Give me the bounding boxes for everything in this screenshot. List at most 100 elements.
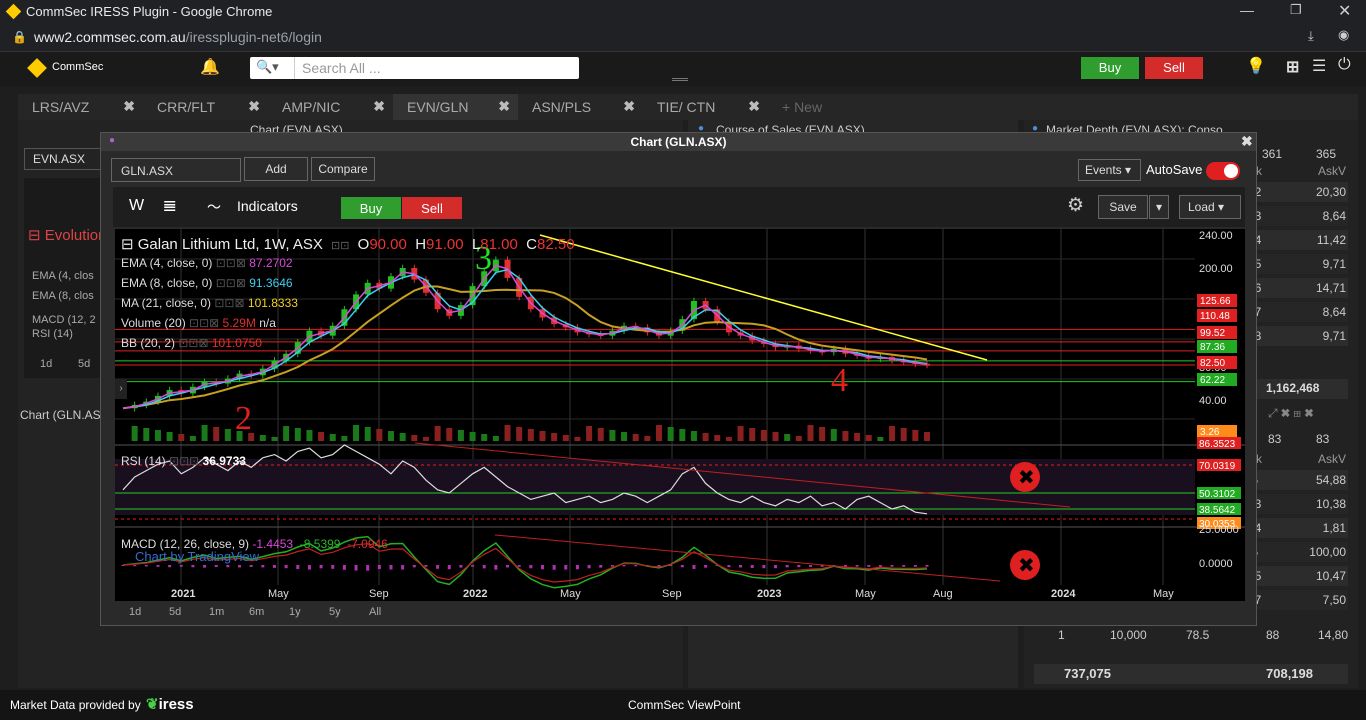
add-button[interactable]: Add	[244, 157, 308, 181]
macd-hist-bar	[342, 565, 346, 570]
events-dropdown[interactable]: Events ▾	[1078, 159, 1141, 181]
compare-button[interactable]: Compare	[311, 157, 375, 181]
macd-hist-bar	[727, 565, 731, 568]
bg-chart-gln-tab[interactable]: Chart (GLN.ASX	[20, 408, 109, 422]
workspace-tabs: LRS/AVZ ✖ CRR/FLT ✖ AMP/NIC ✖ EVN/GLN ✖ ASN/…	[18, 94, 1358, 120]
timeframe-1m[interactable]: 1m	[209, 606, 224, 618]
indicators-button[interactable]: Indicators	[237, 198, 298, 214]
study-legend-row[interactable]: EMA (8, close, 0) ⊡⊡⊠ 91.3646	[121, 273, 575, 293]
autosave-toggle[interactable]	[1206, 162, 1240, 180]
macd-hist-bar	[797, 565, 801, 568]
timeframe-5y[interactable]: 5y	[329, 606, 341, 618]
interval-button[interactable]: W	[129, 197, 144, 215]
drag-handle-icon[interactable]	[672, 78, 688, 81]
tradingview-credit[interactable]: Chart by TradingView	[135, 549, 259, 564]
timeframe-All[interactable]: All	[369, 606, 381, 618]
bg-symbol-field[interactable]: EVN.ASX	[24, 148, 108, 170]
save-button[interactable]: Save	[1098, 195, 1148, 219]
tab-lrs-avz[interactable]: LRS/AVZ ✖	[18, 94, 143, 120]
indicators-icon[interactable]: 〜	[207, 197, 221, 217]
volume-bar	[224, 429, 231, 441]
volume-bar	[364, 427, 371, 441]
study-legend-row[interactable]: Volume (20) ⊡⊡⊠ 5.29M n/a	[121, 313, 575, 333]
depth-row: 559,71	[1248, 254, 1348, 274]
study-legend-row[interactable]: MA (21, close, 0) ⊡⊡⊠ 101.8333	[121, 293, 575, 313]
lock-icon[interactable]: 🔒	[12, 30, 27, 44]
close-tab-icon[interactable]: ✖	[498, 98, 510, 115]
tab-crr-flt[interactable]: CRR/FLT ✖	[143, 94, 268, 120]
close-tab-icon[interactable]: ✖	[748, 98, 760, 115]
tab-amp-nic[interactable]: AMP/NIC ✖	[268, 94, 393, 120]
load-dropdown[interactable]: Load ▾	[1179, 195, 1241, 219]
close-tab-icon[interactable]: ✖	[373, 98, 385, 115]
bg-tf-5d[interactable]: 5d	[78, 358, 90, 370]
lightbulb-icon[interactable]: 💡	[1246, 56, 1266, 76]
address-bar[interactable]: 🔒 www2.commsec.com.au/iressplugin-net6/l…	[0, 24, 1366, 52]
search-box[interactable]: 🔍▾ Search All ...	[250, 57, 579, 79]
chart-window[interactable]: Chart (GLN.ASX) ● ✖ GLN.ASX Add Compare …	[100, 132, 1257, 626]
browser-title-bar: CommSec IRESS Plugin - Google Chrome — ❐…	[0, 0, 1366, 24]
rsi-tag-label: 50.3102	[1199, 489, 1236, 500]
macd-hist-bar	[529, 565, 533, 569]
chart-buy-button[interactable]: Buy	[341, 197, 401, 219]
search-input[interactable]: Search All ...	[302, 60, 381, 76]
macd-hist-bar	[890, 565, 894, 567]
collapse-icon[interactable]: ⊟	[121, 236, 134, 253]
volume-bar	[388, 431, 394, 441]
sell-button[interactable]: Sell	[1145, 57, 1203, 79]
eye-icon[interactable]: ◉	[1338, 27, 1349, 43]
buy-button[interactable]: Buy	[1081, 57, 1139, 79]
price-tag-label: 110.48	[1200, 311, 1230, 322]
volume-bar	[283, 426, 290, 441]
menu-icon[interactable]: ☰	[1312, 56, 1326, 76]
close-chart-icon[interactable]: ✖	[1241, 133, 1253, 150]
new-tab-button[interactable]: + New	[768, 94, 858, 120]
bg-legend-3: MACD (12, 2	[32, 314, 96, 326]
power-icon[interactable]: ⏻	[1338, 56, 1351, 74]
chart-sell-button[interactable]: Sell	[402, 197, 462, 219]
macd-hist-bar	[506, 565, 510, 568]
search-icon[interactable]: 🔍▾	[256, 59, 279, 75]
x-axis-label: 2024	[1051, 588, 1076, 600]
volume-bar	[795, 436, 802, 441]
studies-list: EMA (4, close, 0) ⊡⊡⊠ 87.2702 EMA (8, clo…	[121, 253, 575, 353]
timeframe-6m[interactable]: 6m	[249, 606, 264, 618]
save-options-chevron-icon[interactable]: ▾	[1149, 195, 1169, 219]
chart-toolbar: W 𝌆 〜 Indicators Buy Sell ⚙ Save ▾ Load …	[113, 187, 1245, 227]
chart-plot-area[interactable]: 240.00200.00160.00120.0080.0040.00125.66…	[115, 229, 1245, 601]
expand-left-icon[interactable]: ›	[115, 379, 127, 399]
legend-tools-icon[interactable]: ⊡⊡	[331, 240, 349, 252]
close-tab-icon[interactable]: ✖	[123, 98, 135, 115]
macd-hist-bar	[552, 565, 556, 570]
tab-asn-pls[interactable]: ASN/PLS ✖	[518, 94, 643, 120]
timeframe-5d[interactable]: 5d	[169, 606, 181, 618]
bell-icon[interactable]: 🔔	[200, 57, 220, 77]
candle-type-icon[interactable]: 𝌆	[163, 197, 176, 215]
close-tab-icon[interactable]: ✖	[623, 98, 635, 115]
tab-tie-ctn[interactable]: TIE/ CTN ✖	[643, 94, 768, 120]
depth-top-1: 361	[1262, 147, 1283, 161]
depth-row: .554,88	[1248, 470, 1348, 490]
bg-legend-1: EMA (4, clos	[32, 270, 94, 282]
macd-hist-bar	[284, 565, 288, 569]
symbol-input[interactable]: GLN.ASX	[111, 158, 241, 182]
install-icon[interactable]: ⤓	[1308, 28, 1314, 44]
tab-evn-gln[interactable]: EVN/GLN ✖	[393, 94, 518, 120]
timeframe-1d[interactable]: 1d	[129, 606, 141, 618]
depth-toolbar-icons[interactable]: ⤢ ✖ ⊞ ✖	[1268, 406, 1314, 421]
minimize-icon[interactable]: —	[1240, 2, 1254, 18]
volume-bar	[551, 433, 558, 441]
macd-hist-bar	[610, 565, 614, 567]
depth-row: 8310,38	[1248, 494, 1348, 514]
close-window-icon[interactable]: ✕	[1338, 1, 1351, 21]
study-legend-row[interactable]: BB (20, 2) ⊡⊡⊠ 101.0750	[121, 333, 575, 353]
study-legend-row[interactable]: EMA (4, close, 0) ⊡⊡⊠ 87.2702	[121, 253, 575, 273]
add-icon[interactable]: ⊞	[1286, 57, 1299, 77]
close-tab-icon[interactable]: ✖	[248, 98, 260, 115]
settings-gear-icon[interactable]: ⚙	[1067, 194, 1084, 217]
restore-icon[interactable]: ❐	[1290, 2, 1302, 18]
bg-tf-1d[interactable]: 1d	[40, 358, 52, 370]
timeframe-1y[interactable]: 1y	[289, 606, 301, 618]
url-text[interactable]: www2.commsec.com.au/iressplugin-net6/log…	[34, 29, 322, 45]
chart-window-title[interactable]: Chart (GLN.ASX)	[101, 133, 1256, 151]
